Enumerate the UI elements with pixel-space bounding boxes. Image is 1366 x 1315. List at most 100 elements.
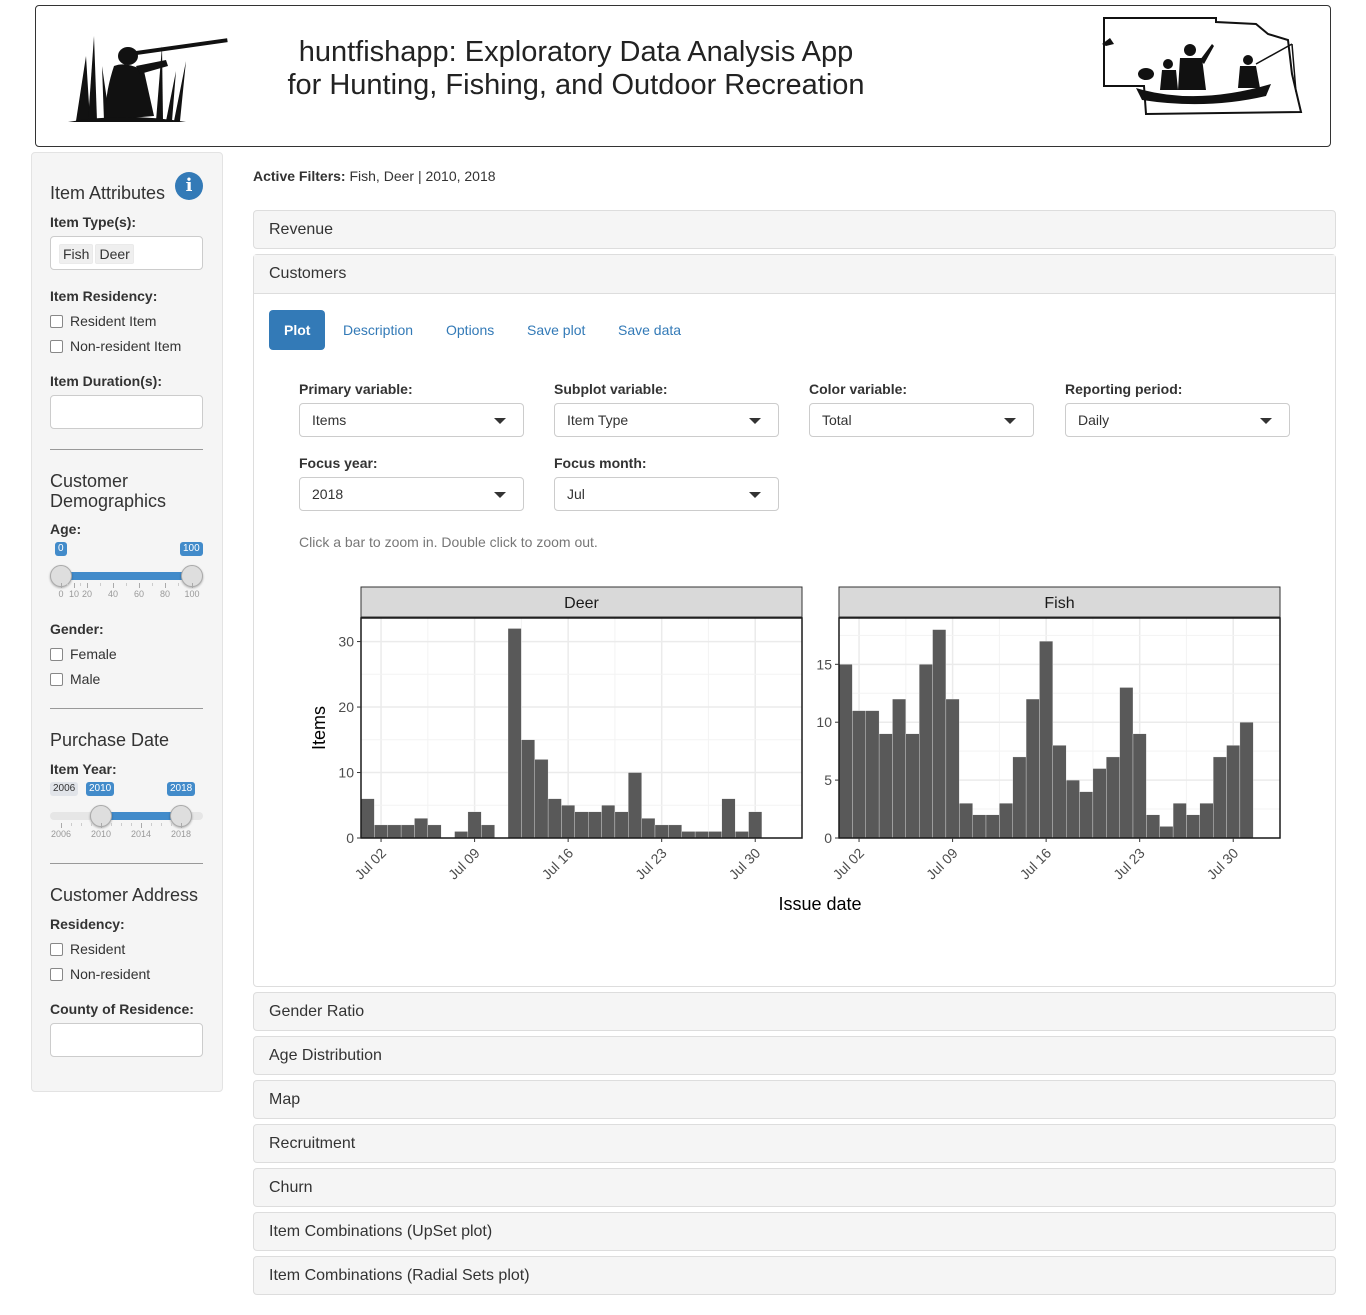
year-min-tag: 2006 [50, 782, 79, 796]
color-variable-label: Color variable: [809, 381, 908, 397]
checkbox-label: Non-resident Item [70, 338, 182, 354]
checkbox-box[interactable] [50, 968, 63, 981]
x-axis-title: Issue date [778, 894, 861, 914]
subplot-variable-select[interactable]: Item Type [554, 403, 779, 437]
x-tick-label: Jul 02 [351, 845, 389, 883]
reporting-period-select[interactable]: Daily [1065, 403, 1290, 437]
resident-item-checkbox[interactable]: Resident Item [50, 313, 156, 329]
focus-month-label: Focus month: [554, 455, 647, 471]
item-residency-label: Item Residency: [50, 288, 158, 304]
x-tick-label: Jul 09 [923, 845, 961, 883]
x-tick-label: Jul 30 [726, 845, 764, 883]
checkbox-box[interactable] [50, 673, 63, 686]
bar [507, 628, 522, 839]
bar [1025, 698, 1040, 839]
slider-fill [101, 812, 181, 820]
bar [919, 664, 933, 839]
bar [427, 824, 442, 839]
year-tick-label: 2010 [90, 829, 112, 839]
color-variable-select[interactable]: Total [809, 403, 1034, 437]
info-icon[interactable]: i [175, 172, 203, 200]
tab-save-data[interactable]: Save data [603, 310, 696, 350]
y-tick-label: 30 [338, 634, 354, 650]
primary-variable-label: Primary variable: [299, 381, 413, 397]
customers-plot[interactable]: Deer 0 10 20 30 Jul 02 Jul 09 Jul 16 Jul 23 Jul 3… [294, 580, 1334, 950]
bar [681, 831, 696, 839]
checkbox-label: Female [70, 646, 117, 662]
panel-item-combinations-upset[interactable]: Item Combinations (UpSet plot) [253, 1212, 1336, 1251]
tab-description[interactable]: Description [328, 310, 428, 350]
customer-demographics-heading: Customer Demographics [50, 471, 167, 511]
bar [1119, 687, 1134, 839]
resident-checkbox[interactable]: Resident [50, 941, 125, 957]
item-year-slider[interactable]: 2006 2010 2018 2006 2010 2014 2018 [50, 782, 203, 845]
app-title-line-1: huntfishapp: Exploratory Data Analysis A… [298, 36, 854, 68]
bar [1239, 722, 1254, 839]
bar [467, 811, 482, 839]
x-tick-label: Jul 16 [1017, 845, 1055, 883]
checkbox-label: Resident Item [70, 313, 157, 329]
primary-variable-select[interactable]: Items [299, 403, 524, 437]
x-tick-label: Jul 09 [445, 845, 483, 883]
y-tick-label: 5 [824, 772, 832, 788]
item-duration-input[interactable] [50, 395, 203, 429]
male-checkbox[interactable]: Male [50, 671, 100, 687]
checkbox-box[interactable] [50, 340, 63, 353]
nebraska-boat-logo [1102, 17, 1303, 116]
year-tick-label: 2018 [170, 829, 192, 839]
nonresident-item-checkbox[interactable]: Non-resident Item [50, 338, 181, 354]
female-checkbox[interactable]: Female [50, 646, 117, 662]
checkbox-box[interactable] [50, 315, 63, 328]
bar [708, 831, 722, 839]
bar [1079, 791, 1094, 839]
age-slider[interactable]: 0 100 0 10 20 40 60 80 100 [50, 542, 203, 605]
checkbox-box[interactable] [50, 648, 63, 661]
panel-customers: Customers Plot Description Options Save … [253, 254, 1336, 987]
item-types-multiselect[interactable]: Fish Deer [50, 236, 203, 270]
facet-strip-label: Deer [564, 595, 599, 612]
bar [1172, 803, 1187, 839]
bar [852, 710, 866, 839]
checkbox-box[interactable] [50, 943, 63, 956]
app-header: huntfishapp: Exploratory Data Analysis A… [35, 5, 1331, 147]
age-label: Age: [50, 521, 82, 537]
tab-plot[interactable]: Plot [269, 310, 326, 350]
bar [865, 710, 880, 839]
select-value: Total [822, 412, 852, 428]
bar [521, 739, 535, 839]
bar [641, 818, 656, 839]
app-title-line-2: for Hunting, Fishing, and Outdoor Recrea… [287, 69, 865, 101]
panel-revenue[interactable]: Revenue [253, 210, 1336, 249]
panel-map[interactable]: Map [253, 1080, 1336, 1119]
item-type-chip[interactable]: Deer [95, 244, 134, 264]
focus-month-select[interactable]: Jul [554, 477, 779, 511]
focus-year-select[interactable]: 2018 [299, 477, 524, 511]
item-type-chip[interactable]: Fish [59, 244, 94, 264]
panel-item-combinations-radial[interactable]: Item Combinations (Radial Sets plot) [253, 1256, 1336, 1295]
bar [574, 811, 589, 839]
panel-customers-header[interactable]: Customers [254, 255, 1335, 294]
panel-age-distribution[interactable]: Age Distribution [253, 1036, 1336, 1075]
county-input[interactable] [50, 1023, 203, 1057]
nonresident-checkbox[interactable]: Non-resident [50, 966, 150, 982]
x-tick-label: Jul 23 [632, 845, 670, 883]
panel-recruitment[interactable]: Recruitment [253, 1124, 1336, 1163]
year-from-tag: 2010 [86, 782, 115, 796]
year-tick-label: 2014 [130, 829, 152, 839]
panel-churn[interactable]: Churn [253, 1168, 1336, 1207]
bar [454, 831, 469, 839]
bar [547, 798, 562, 839]
bar [1226, 745, 1241, 839]
age-tick-label: 60 [133, 589, 145, 599]
bar [932, 629, 947, 839]
active-filters-value: Fish, Deer | 2010, 2018 [349, 168, 496, 184]
panel-gender-ratio[interactable]: Gender Ratio [253, 992, 1336, 1031]
bar [1106, 756, 1120, 839]
tab-save-plot[interactable]: Save plot [512, 310, 600, 350]
customer-address-heading: Customer Address [50, 885, 199, 905]
select-value: 2018 [312, 486, 344, 502]
tab-options[interactable]: Options [431, 310, 509, 350]
bar [1146, 814, 1160, 839]
y-tick-label: 10 [816, 714, 832, 730]
age-tick-label: 10 [68, 589, 80, 599]
